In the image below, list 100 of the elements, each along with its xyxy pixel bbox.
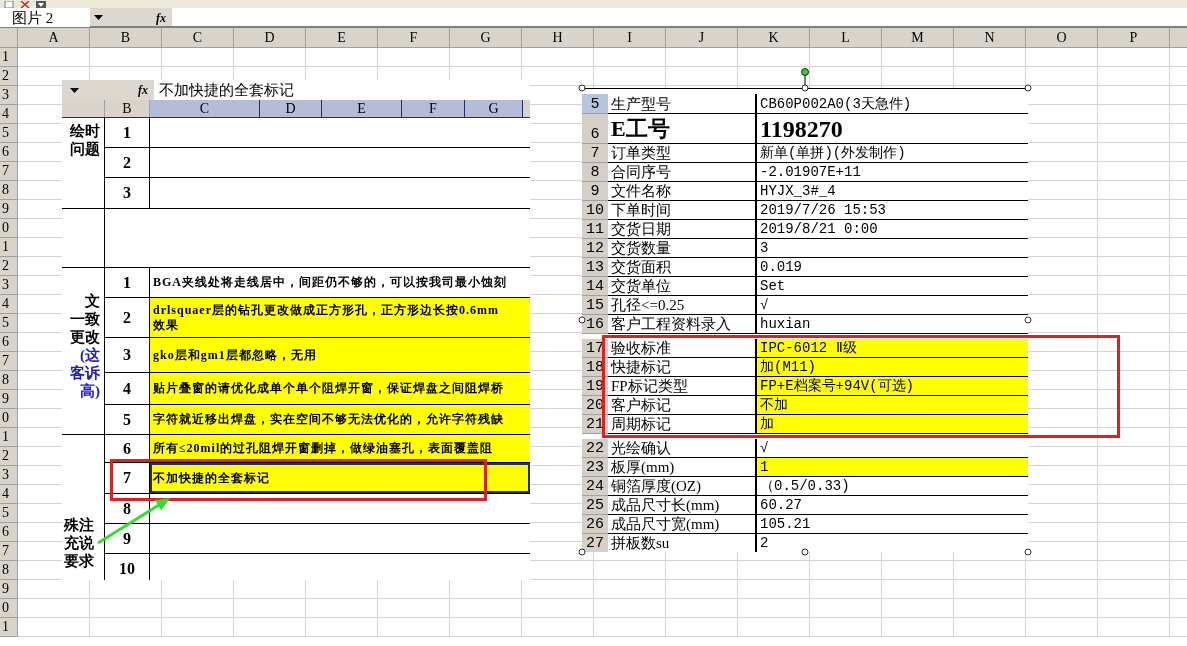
- row-header[interactable]: 5: [0, 314, 18, 333]
- caret-icon: [94, 14, 103, 20]
- row-number: 12: [582, 239, 608, 258]
- row-header[interactable]: 1: [0, 428, 18, 447]
- column-header[interactable]: G: [450, 28, 522, 47]
- rotation-handle[interactable]: [801, 68, 809, 86]
- column-header[interactable]: K: [738, 28, 810, 47]
- row-header[interactable]: 9: [0, 390, 18, 409]
- section-label: 殊注: [64, 516, 94, 534]
- row-header[interactable]: 0: [0, 409, 18, 428]
- close-icon[interactable]: [20, 1, 30, 8]
- row-header[interactable]: 5: [0, 504, 18, 523]
- row-header[interactable]: 0: [0, 599, 18, 618]
- selection-handle[interactable]: [578, 84, 586, 92]
- row-header[interactable]: 1: [0, 238, 18, 257]
- field-label: 验收标准: [608, 339, 757, 358]
- name-dropdown[interactable]: [90, 8, 150, 26]
- field-value: huxian: [757, 315, 1028, 334]
- field-value: -2.01907E+11: [757, 163, 1028, 182]
- selection-handle[interactable]: [1024, 84, 1032, 92]
- field-value: 加: [757, 415, 1028, 434]
- row-header[interactable]: 4: [0, 295, 18, 314]
- row-header[interactable]: 2: [0, 67, 18, 86]
- field-label: 客户标记: [608, 396, 757, 415]
- field-label: 孔径<=0.25: [608, 296, 757, 315]
- selection-handle[interactable]: [801, 548, 809, 556]
- field-value: 1: [757, 458, 1028, 477]
- fx-label[interactable]: fx: [150, 8, 172, 26]
- field-label: 光绘确认: [608, 439, 757, 458]
- field-label: E工号: [608, 114, 757, 144]
- column-header[interactable]: O: [1026, 28, 1098, 47]
- row-header[interactable]: 8: [0, 561, 18, 580]
- row-header[interactable]: 4: [0, 105, 18, 124]
- row-header[interactable]: 3: [0, 276, 18, 295]
- column-header[interactable]: D: [234, 28, 306, 47]
- column-header[interactable]: A: [18, 28, 90, 47]
- caret-icon[interactable]: [36, 1, 46, 8]
- selection-handle[interactable]: [578, 316, 586, 324]
- field-value: 2019/8/21 0:00: [757, 220, 1028, 239]
- note-cell: gko层和gm1层都忽略，无用: [150, 338, 530, 372]
- row-header[interactable]: 6: [0, 523, 18, 542]
- row-header[interactable]: 2: [0, 447, 18, 466]
- field-value: 2019/7/26 15:53: [757, 201, 1028, 220]
- row-header[interactable]: 4: [0, 485, 18, 504]
- field-label: 交货面积: [608, 258, 757, 277]
- field-value: 3: [757, 239, 1028, 258]
- column-header[interactable]: M: [882, 28, 954, 47]
- column-header[interactable]: H: [522, 28, 594, 47]
- column-header[interactable]: J: [666, 28, 738, 47]
- row-header[interactable]: 1: [0, 48, 18, 67]
- column-header[interactable]: E: [306, 28, 378, 47]
- selection-handle[interactable]: [1024, 316, 1032, 324]
- row-header[interactable]: 8: [0, 371, 18, 390]
- field-label: FP标记类型: [608, 377, 757, 396]
- column-header: E: [322, 100, 402, 117]
- row-number: 15: [582, 296, 608, 315]
- column-header: C: [150, 100, 260, 117]
- field-label: 文件名称: [608, 182, 757, 201]
- row-header[interactable]: 1: [0, 618, 18, 637]
- row-number: 22: [582, 439, 608, 458]
- row-number: 10: [582, 201, 608, 220]
- row-header[interactable]: 0: [0, 219, 18, 238]
- row-number: 16: [582, 315, 608, 334]
- section-label: 要求: [64, 552, 94, 570]
- row-header[interactable]: 8: [0, 181, 18, 200]
- column-header[interactable]: L: [810, 28, 882, 47]
- column-header[interactable]: I: [594, 28, 666, 47]
- selection-handle[interactable]: [801, 84, 809, 92]
- column-header[interactable]: N: [954, 28, 1026, 47]
- section-label: 充说: [64, 534, 94, 552]
- row-header[interactable]: 3: [0, 86, 18, 105]
- row-header[interactable]: 2: [0, 257, 18, 276]
- field-value: （0.5/0.33): [757, 477, 1028, 496]
- row-header[interactable]: 9: [0, 580, 18, 599]
- column-header: D: [260, 100, 322, 117]
- row-header[interactable]: 9: [0, 200, 18, 219]
- field-label: 交货单位: [608, 277, 757, 296]
- column-header[interactable]: F: [378, 28, 450, 47]
- column-header[interactable]: B: [90, 28, 162, 47]
- row-header[interactable]: 5: [0, 124, 18, 143]
- column-header[interactable]: C: [162, 28, 234, 47]
- section-label: 高): [80, 382, 100, 400]
- field-value: HYJX_3#_4: [757, 182, 1028, 201]
- row-number: 9: [582, 182, 608, 201]
- row-header[interactable]: 6: [0, 143, 18, 162]
- field-label: 拼板数su: [608, 534, 757, 552]
- row-header[interactable]: 7: [0, 352, 18, 371]
- section-label: (这: [80, 346, 100, 364]
- field-label: 铜箔厚度(OZ): [608, 477, 757, 496]
- field-label: 生产型号: [608, 94, 757, 114]
- row-header[interactable]: 3: [0, 466, 18, 485]
- column-header[interactable]: P: [1098, 28, 1170, 47]
- row-header[interactable]: 7: [0, 542, 18, 561]
- selection-handle[interactable]: [1024, 548, 1032, 556]
- selection-handle[interactable]: [578, 548, 586, 556]
- field-value: CB60P002A0(3天急件): [757, 94, 1028, 114]
- field-label: 周期标记: [608, 415, 757, 434]
- row-header[interactable]: 7: [0, 162, 18, 181]
- field-value: Set: [757, 277, 1028, 296]
- row-header[interactable]: 6: [0, 333, 18, 352]
